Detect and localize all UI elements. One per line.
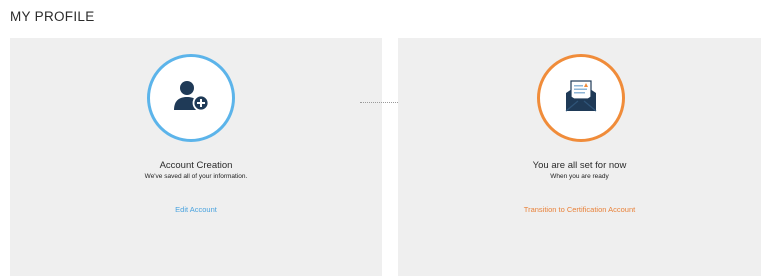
account-creation-title: Account Creation: [159, 160, 233, 171]
account-creation-subtitle: We've saved all of your information.: [144, 173, 248, 180]
envelope-letter-icon: [563, 79, 599, 118]
user-add-icon: [172, 79, 210, 118]
all-set-title: You are all set for now: [532, 160, 627, 171]
certification-card: You are all set for now When you are rea…: [398, 38, 761, 276]
page-title: MY PROFILE: [10, 9, 95, 24]
account-creation-card: Account Creation We've saved all of your…: [10, 38, 382, 276]
edit-account-link[interactable]: Edit Account: [10, 205, 382, 214]
transition-certification-link[interactable]: Transition to Certification Account: [398, 205, 761, 214]
certification-circle: [537, 54, 625, 142]
all-set-subtitle: When you are ready: [550, 173, 609, 180]
account-creation-circle: [147, 54, 235, 142]
